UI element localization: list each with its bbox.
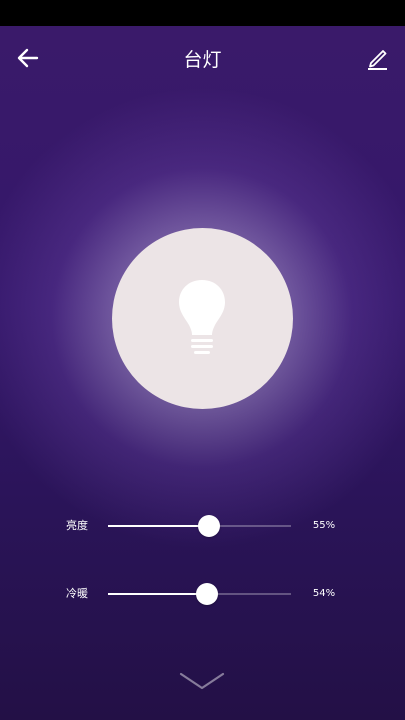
brightness-slider-thumb[interactable] bbox=[197, 515, 220, 537]
brightness-slider[interactable] bbox=[108, 515, 291, 537]
pencil-icon bbox=[368, 50, 387, 70]
color-temperature-value: 54% bbox=[312, 588, 336, 599]
brightness-value: 55% bbox=[312, 520, 336, 531]
color-temperature-row: 冷暖 54% bbox=[0, 578, 405, 610]
lamp-power-button[interactable] bbox=[112, 228, 293, 409]
back-button[interactable] bbox=[10, 40, 46, 76]
page-title: 台灯 bbox=[183, 49, 222, 71]
status-bar bbox=[0, 0, 405, 26]
color-temperature-slider-thumb[interactable] bbox=[195, 583, 218, 605]
color-temperature-slider-fill bbox=[108, 593, 207, 595]
brightness-label: 亮度 bbox=[66, 519, 88, 532]
arrow-left-icon bbox=[17, 48, 39, 68]
color-temperature-label: 冷暖 bbox=[66, 587, 88, 600]
brightness-row: 亮度 55% bbox=[0, 510, 405, 542]
lightbulb-icon bbox=[179, 280, 225, 354]
chevron-down-icon bbox=[179, 672, 225, 690]
edit-button[interactable] bbox=[360, 40, 396, 76]
expand-button[interactable] bbox=[178, 668, 226, 694]
brightness-slider-fill bbox=[108, 525, 209, 527]
header: 台灯 bbox=[0, 26, 405, 94]
color-temperature-slider[interactable] bbox=[108, 583, 291, 605]
